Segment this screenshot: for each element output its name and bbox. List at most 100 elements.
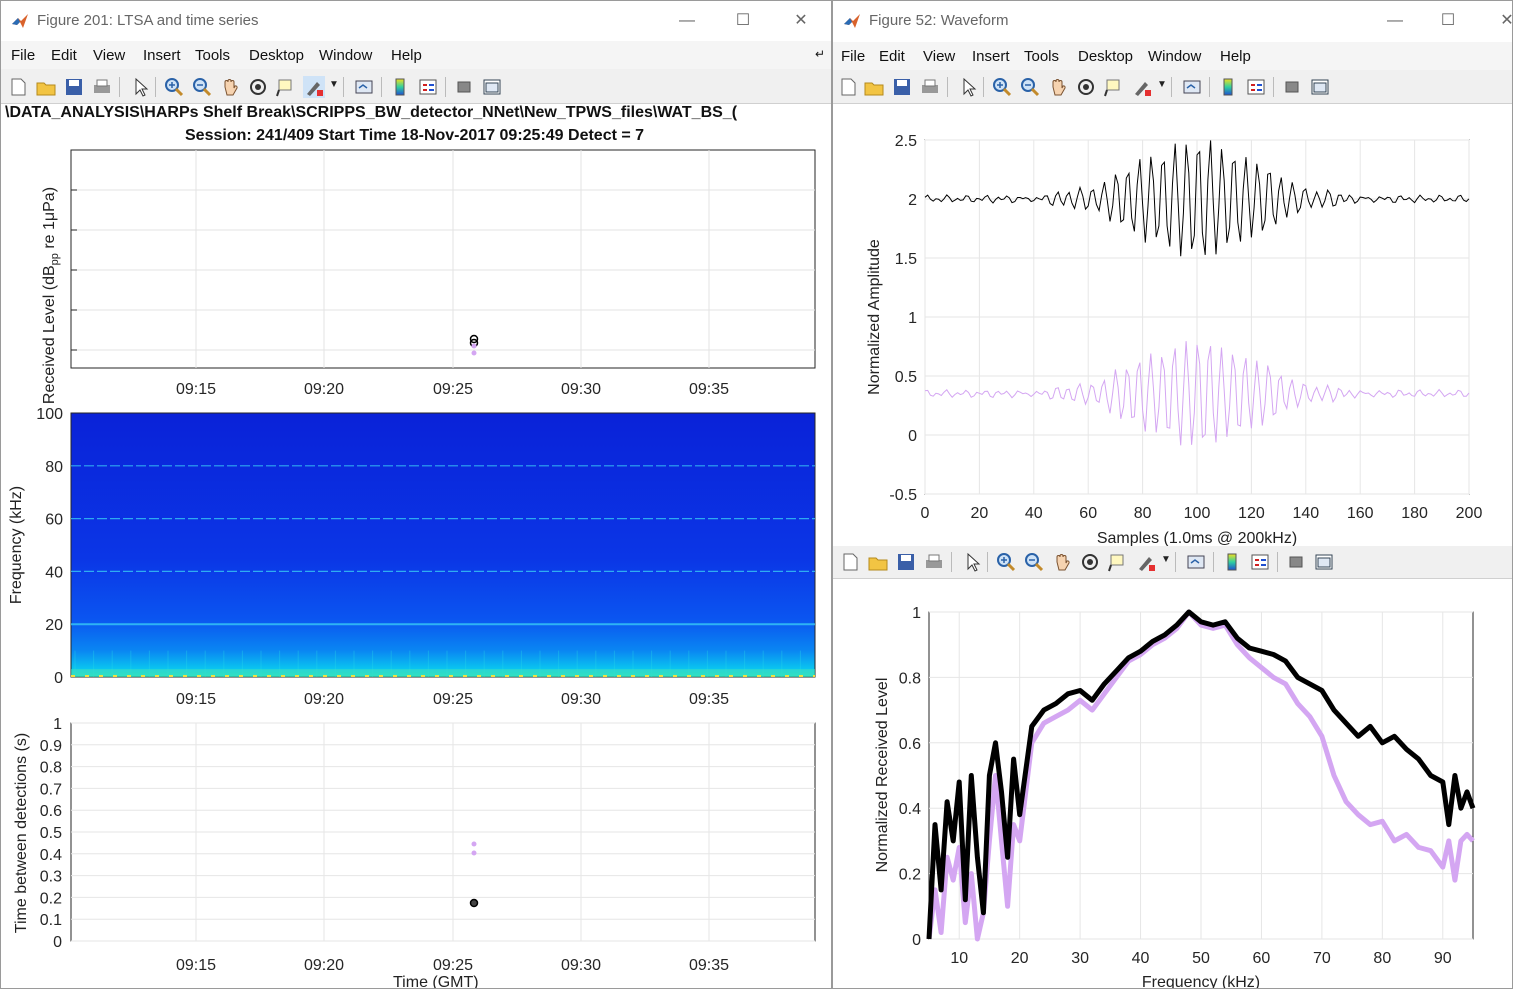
menu-window[interactable]: Window <box>319 47 372 64</box>
menu-help[interactable]: Help <box>391 47 422 64</box>
menu-edit[interactable]: Edit <box>51 47 77 64</box>
close-icon[interactable]: ✕ <box>789 9 813 33</box>
menu-insert[interactable]: Insert <box>972 48 1010 65</box>
legend-icon[interactable] <box>417 76 439 98</box>
colorbar-icon[interactable] <box>389 76 411 98</box>
waveform-xtick-label: 120 <box>1238 505 1265 522</box>
menu-desktop[interactable]: Desktop <box>1078 48 1133 65</box>
pointer-icon[interactable] <box>961 551 983 573</box>
brush-icon[interactable] <box>1131 76 1153 98</box>
menu-window[interactable]: Window <box>1148 48 1201 65</box>
new-figure-icon[interactable] <box>839 551 861 573</box>
rl-xtick-label: 09:30 <box>561 381 601 398</box>
rotate-3d-icon[interactable] <box>247 76 269 98</box>
hide-plot-tools-icon[interactable] <box>1281 76 1303 98</box>
pointer-icon[interactable] <box>957 76 979 98</box>
zoom-out-icon[interactable] <box>191 76 213 98</box>
minimize-icon[interactable]: — <box>675 9 699 33</box>
print-icon[interactable] <box>923 551 945 573</box>
link-plot-icon[interactable] <box>353 76 375 98</box>
link-plot-icon[interactable] <box>1185 551 1207 573</box>
link-plot-icon[interactable] <box>1181 76 1203 98</box>
waveform-xlabel: Samples (1.0ms @ 200kHz) <box>1097 530 1297 546</box>
show-plot-tools-icon[interactable] <box>1309 76 1331 98</box>
zoom-in-icon[interactable] <box>163 76 185 98</box>
toolbar-separator <box>1213 552 1214 572</box>
ltsa-figure-window[interactable]: Figure 201: LTSA and time series — ☐ ✕ F… <box>0 0 832 989</box>
waveform-xtick-label: 100 <box>1184 505 1211 522</box>
pan-hand-icon[interactable] <box>1047 76 1069 98</box>
zoom-in-icon[interactable] <box>991 76 1013 98</box>
show-plot-tools-icon[interactable] <box>1313 551 1335 573</box>
show-plot-tools-icon[interactable] <box>481 76 503 98</box>
menu-tools[interactable]: Tools <box>1024 48 1059 65</box>
title-bar[interactable]: Figure 201: LTSA and time series — ☐ ✕ <box>1 1 831 41</box>
waveform-xtick-label: 0 <box>921 505 930 522</box>
data-cursor-icon[interactable] <box>1103 76 1125 98</box>
menu-help[interactable]: Help <box>1220 48 1251 65</box>
waveform-figure-window[interactable]: Figure 52: Waveform — ☐ ✕ File Edit View… <box>832 0 1513 989</box>
waveform-ytick-label: 1 <box>908 310 917 327</box>
spec-xtick-label: 09:35 <box>689 691 729 704</box>
toolbar-separator <box>987 552 988 572</box>
waveform-axes[interactable]: 0 20 40 60 80 100 120 140 160 180 200-0.500.511.52… <box>833 104 1513 546</box>
open-file-icon[interactable] <box>863 76 885 98</box>
window-title: Figure 52: Waveform <box>869 12 1009 29</box>
matlab-icon <box>844 14 860 28</box>
waveform-ytick-label: -0.5 <box>889 487 917 504</box>
zoom-in-icon[interactable] <box>995 551 1017 573</box>
maximize-icon[interactable]: ☐ <box>1436 9 1460 33</box>
rotate-3d-icon[interactable] <box>1075 76 1097 98</box>
print-icon[interactable] <box>91 76 113 98</box>
hide-plot-tools-icon[interactable] <box>453 76 475 98</box>
minimize-icon[interactable]: — <box>1383 9 1407 33</box>
open-file-icon[interactable] <box>35 76 57 98</box>
dock-arrow-icon[interactable]: ↵ <box>815 47 825 61</box>
ici-ytick-label: 1 <box>53 716 62 733</box>
menu-edit[interactable]: Edit <box>879 48 905 65</box>
open-file-icon[interactable] <box>867 551 889 573</box>
new-figure-icon[interactable] <box>837 76 859 98</box>
rotate-3d-icon[interactable] <box>1079 551 1101 573</box>
zoom-out-icon[interactable] <box>1019 76 1041 98</box>
zoom-out-icon[interactable] <box>1023 551 1045 573</box>
save-icon[interactable] <box>63 76 85 98</box>
spectra-xtick-label: 40 <box>1132 950 1150 967</box>
menu-bar: File Edit View Insert Tools Desktop Wind… <box>833 42 1512 70</box>
save-icon[interactable] <box>891 76 913 98</box>
menu-insert[interactable]: Insert <box>143 47 181 64</box>
menu-tools[interactable]: Tools <box>195 47 230 64</box>
hide-plot-tools-icon[interactable] <box>1285 551 1307 573</box>
pan-hand-icon[interactable] <box>1051 551 1073 573</box>
colorbar-icon[interactable] <box>1221 551 1243 573</box>
ici-xlabel: Time (GMT) <box>393 974 479 989</box>
brush-dropdown-icon[interactable]: ▼ <box>329 79 339 90</box>
title-bar[interactable]: Figure 52: Waveform — ☐ ✕ <box>833 1 1512 42</box>
received-level-axes[interactable]: 09:15 09:20 09:25 09:30 09:35 <box>1 148 832 403</box>
ltsa-spectrogram-axes[interactable]: 0 20 40 60 80 100 09:15 09:20 09:25 09:30 09:35 <box>1 404 832 704</box>
pan-hand-icon[interactable] <box>219 76 241 98</box>
menu-file[interactable]: File <box>841 48 865 65</box>
save-icon[interactable] <box>895 551 917 573</box>
legend-icon[interactable] <box>1249 551 1271 573</box>
brush-icon[interactable] <box>303 76 325 98</box>
menu-desktop[interactable]: Desktop <box>249 47 304 64</box>
brush-icon[interactable] <box>1135 551 1157 573</box>
menu-file[interactable]: File <box>11 47 35 64</box>
data-cursor-icon[interactable] <box>1107 551 1129 573</box>
print-icon[interactable] <box>919 76 941 98</box>
legend-icon[interactable] <box>1245 76 1267 98</box>
brush-dropdown-icon[interactable]: ▼ <box>1157 79 1167 90</box>
pointer-icon[interactable] <box>129 76 151 98</box>
maximize-icon[interactable]: ☐ <box>731 9 755 33</box>
waveform-xtick-label: 80 <box>1134 505 1152 522</box>
spectra-axes[interactable]: 10 20 30 40 50 60 70 80 90 0 0.2 0.4 0.6 0.8 1 Frequen… <box>833 579 1513 989</box>
menu-view[interactable]: View <box>93 47 125 64</box>
data-cursor-icon[interactable] <box>275 76 297 98</box>
new-figure-icon[interactable] <box>7 76 29 98</box>
ici-axes[interactable]: 0 0.1 0.2 0.3 0.4 0.5 0.6 0.7 0.8 0.9 1 09:15 09:20 0… <box>1 716 832 989</box>
colorbar-icon[interactable] <box>1217 76 1239 98</box>
close-icon[interactable]: ✕ <box>1495 9 1512 33</box>
menu-view[interactable]: View <box>923 48 955 65</box>
brush-dropdown-icon[interactable]: ▼ <box>1161 554 1171 565</box>
